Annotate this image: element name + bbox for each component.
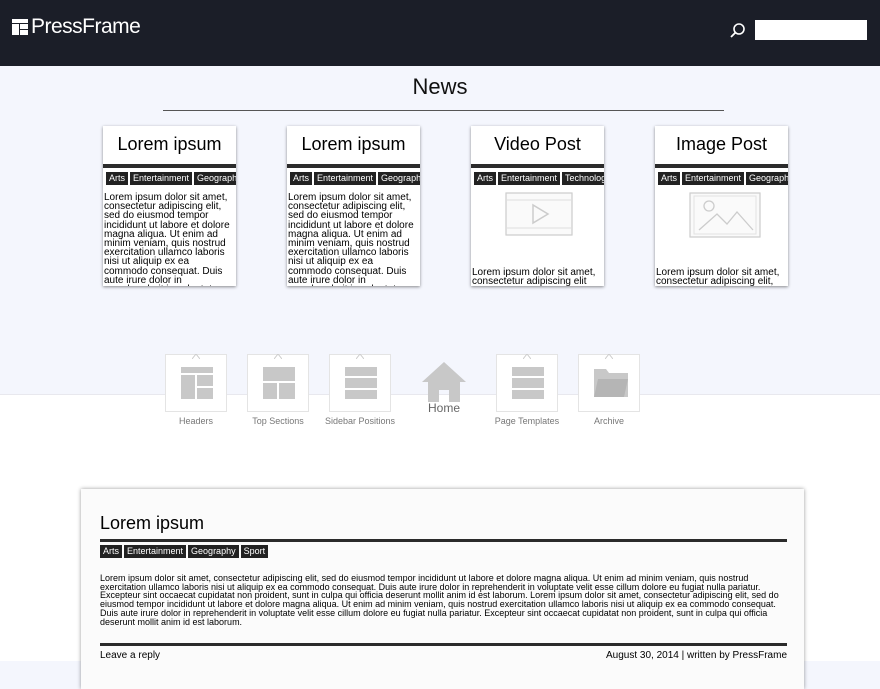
post-body: Lorem ipsum dolor sit amet, consectetur … (100, 573, 779, 627)
post-meta: August 30, 2014 | written by PressFrame (605, 650, 787, 661)
home-icon[interactable] (420, 360, 468, 404)
tag[interactable]: Entertainment (314, 172, 377, 185)
card-tags: Arts Entertainment Geography (106, 172, 236, 185)
search-icon[interactable] (729, 22, 747, 40)
video-post-card[interactable]: Video Post Arts Entertainment Technology… (471, 126, 604, 286)
nav-label-archive[interactable]: Archive (554, 416, 664, 426)
tag[interactable]: Geography (194, 172, 236, 185)
top-bar: PressFrame (0, 0, 880, 66)
top-sections-icon (263, 367, 295, 404)
card-excerpt: Lorem ipsum dolor sit amet, consectetur … (472, 267, 596, 286)
card-tags: Arts Entertainment Geography (658, 172, 788, 185)
nav-top-sections[interactable] (247, 354, 309, 412)
logo-icon (12, 19, 28, 35)
news-title: News (412, 74, 468, 99)
card-excerpt: Lorem ipsum dolor sit amet, consectetur … (288, 192, 414, 286)
tag[interactable]: Geography (188, 545, 239, 558)
nav-page-templates[interactable] (496, 354, 558, 412)
tag[interactable]: Arts (658, 172, 681, 185)
image-placeholder-icon[interactable] (689, 192, 761, 238)
page-templates-icon (512, 367, 544, 404)
post-title[interactable]: Lorem ipsum (100, 513, 204, 534)
search-input[interactable] (753, 20, 867, 40)
tag[interactable]: Arts (474, 172, 497, 185)
folder-icon (594, 367, 628, 404)
card-title[interactable]: Video Post (471, 134, 604, 155)
card-divider (471, 164, 604, 168)
card-title[interactable]: Lorem ipsum (287, 134, 420, 155)
image-post-card[interactable]: Image Post Arts Entertainment Geography … (655, 126, 788, 286)
tag[interactable]: Entertainment (124, 545, 187, 558)
tag[interactable]: Arts (100, 545, 123, 558)
tag[interactable]: Technology (562, 172, 604, 185)
card-excerpt: Lorem ipsum dolor sit amet, consectetur … (656, 267, 780, 286)
news-card[interactable]: Lorem ipsum Arts Entertainment Geography… (287, 126, 420, 286)
card-title[interactable]: Lorem ipsum (103, 134, 236, 155)
post-footer-divider (100, 643, 787, 646)
nav-sidebar-positions[interactable] (329, 354, 391, 412)
card-tags: Arts Entertainment Geography (290, 172, 420, 185)
post-divider (100, 539, 787, 542)
nav-label-sidebar-positions[interactable]: Sidebar Positions (305, 416, 415, 426)
card-title[interactable]: Image Post (655, 134, 788, 155)
post-tags: Arts Entertainment Geography Sport (100, 545, 270, 558)
tag[interactable]: Geography (378, 172, 420, 185)
tag[interactable]: Entertainment (682, 172, 745, 185)
sidebar-positions-icon (345, 367, 377, 404)
news-card[interactable]: Lorem ipsum Arts Entertainment Geography… (103, 126, 236, 286)
news-divider (163, 110, 724, 111)
card-divider (287, 164, 420, 168)
nav-headers[interactable] (165, 354, 227, 412)
leave-reply-link[interactable]: Leave a reply (100, 650, 160, 661)
headers-icon (181, 367, 213, 404)
tag[interactable]: Entertainment (498, 172, 561, 185)
video-placeholder-icon[interactable] (505, 192, 573, 236)
card-divider (103, 164, 236, 168)
card-tags: Arts Entertainment Technology (474, 172, 604, 185)
logo-text: PressFrame (31, 15, 141, 38)
card-excerpt: Lorem ipsum dolor sit amet, consectetur … (104, 192, 230, 286)
logo[interactable]: PressFrame (12, 15, 141, 39)
tag[interactable]: Arts (290, 172, 313, 185)
nav-archive[interactable] (578, 354, 640, 412)
post-article: Lorem ipsum Arts Entertainment Geography… (81, 489, 804, 689)
tag[interactable]: Geography (746, 172, 788, 185)
tag[interactable]: Arts (106, 172, 129, 185)
card-divider (655, 164, 788, 168)
tag[interactable]: Sport (240, 545, 269, 558)
home-label[interactable]: Home (404, 401, 484, 415)
tag[interactable]: Entertainment (130, 172, 193, 185)
